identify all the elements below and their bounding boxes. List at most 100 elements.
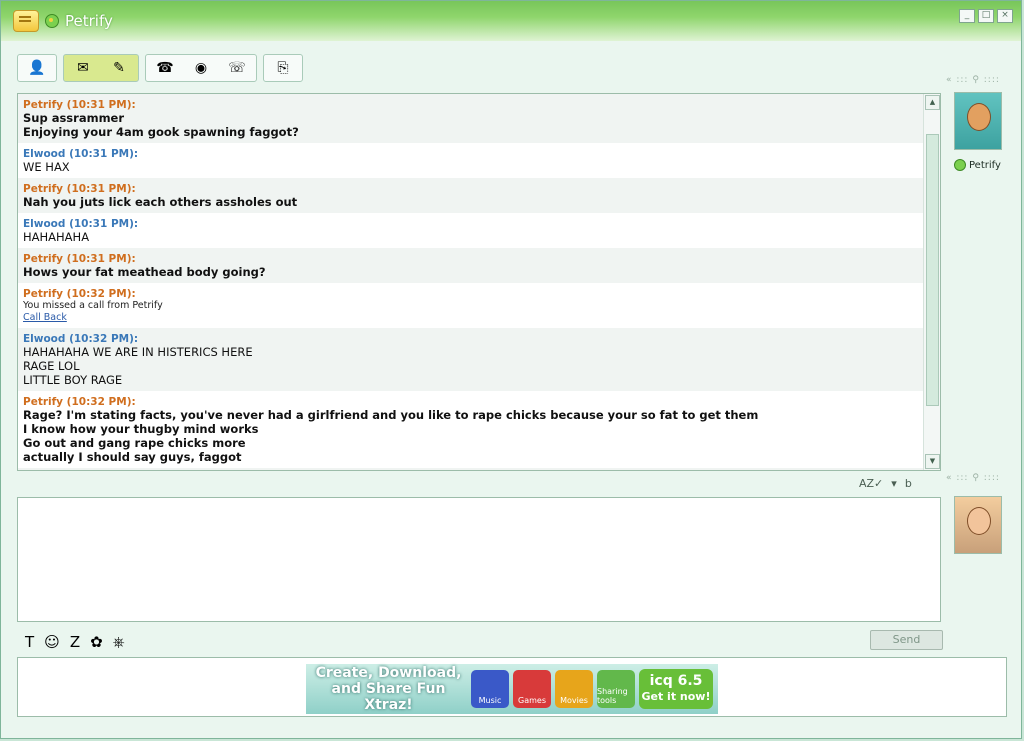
xtraz-banner[interactable]: Create, Download, and Share Fun Xtraz! M… bbox=[306, 664, 718, 714]
message-text: actually I should say guys, faggot bbox=[23, 450, 242, 464]
note-button[interactable]: ✎ bbox=[102, 57, 136, 79]
font-icon: T bbox=[25, 633, 35, 651]
spell-check-icon[interactable]: AZ✓ bbox=[859, 477, 883, 490]
local-avatar-face bbox=[967, 507, 991, 535]
ad-tile-sharing[interactable]: Sharing tools bbox=[597, 670, 635, 708]
remote-avatar-face bbox=[967, 103, 991, 131]
message-history[interactable]: Petrify (10:31 PM): Sup assrammer Enjoying… bbox=[17, 93, 941, 471]
smiley-icon: ☺ bbox=[44, 633, 60, 651]
ad-headline-line1: Create, Download, bbox=[315, 665, 462, 681]
chat-window: Petrify _ □ × 👤 ✉ ✎ ☎ ◉ ☏ ⎘ « ::: ⚲ ::::… bbox=[0, 0, 1022, 739]
title-bar[interactable]: Petrify _ □ × bbox=[1, 1, 1021, 41]
message-text: WE HAX bbox=[23, 160, 70, 174]
sharing-tile-label: Sharing tools bbox=[597, 687, 628, 705]
buzz-button[interactable]: ✿ bbox=[90, 633, 103, 651]
games-tile-label: Games bbox=[518, 696, 546, 705]
bee-icon: ✿ bbox=[90, 633, 103, 651]
gamepad-icon: ⎈ bbox=[112, 633, 125, 651]
sms-button[interactable]: ☏ bbox=[220, 57, 254, 79]
message-text: Enjoying your 4am gook spawning faggot? bbox=[23, 125, 299, 139]
zap-icon: Z bbox=[69, 633, 81, 651]
message-item: Elwood (10:31 PM): WE HAX bbox=[18, 143, 924, 178]
message-sender: Petrify (10:32 PM): bbox=[23, 396, 136, 408]
maximize-button[interactable]: □ bbox=[978, 9, 994, 23]
message-input[interactable] bbox=[18, 498, 940, 621]
flower-status-icon bbox=[45, 14, 59, 28]
add-contact-button[interactable]: 👤 bbox=[20, 57, 54, 79]
window-title: Petrify bbox=[65, 12, 113, 30]
music-tile-label: Music bbox=[478, 696, 502, 705]
history-scrollbar[interactable]: ▲ ▼ bbox=[923, 94, 940, 470]
message-list: Petrify (10:31 PM): Sup assrammer Enjoying… bbox=[18, 94, 924, 470]
window-controls: _ □ × bbox=[959, 9, 1013, 23]
remote-contact[interactable]: Petrify bbox=[954, 159, 1001, 171]
message-text: Rage? I'm stating facts, you've never ha… bbox=[23, 408, 759, 422]
phone-button[interactable]: ☎ bbox=[148, 57, 182, 79]
message-text: RAGE LOL bbox=[23, 359, 80, 373]
file-transfer-icon: ⎘ bbox=[277, 60, 289, 76]
icq-get-it-now[interactable]: icq 6.5 Get it now! bbox=[639, 669, 713, 709]
remote-avatar[interactable] bbox=[954, 92, 1002, 150]
close-button[interactable]: × bbox=[997, 9, 1013, 23]
emoticon-button[interactable]: ☺ bbox=[44, 633, 60, 651]
message-button[interactable]: ✉ bbox=[66, 57, 100, 79]
message-icon: ✉ bbox=[77, 60, 89, 76]
missed-call-note: You missed a call from Petrify bbox=[23, 300, 163, 311]
get-it-now-label: Get it now! bbox=[641, 690, 711, 703]
message-item: Petrify (10:32 PM): You missed a call fro… bbox=[18, 283, 924, 328]
message-sender: Elwood (10:32 PM): bbox=[23, 333, 139, 345]
message-item: Elwood (10:32 PM): HAHAHAHA WE ARE IN HIS… bbox=[18, 328, 924, 391]
message-item: Petrify (10:31 PM): Sup assrammer Enjoying… bbox=[18, 94, 924, 143]
zap-button[interactable]: Z bbox=[70, 633, 80, 651]
ad-tile-movies[interactable]: Movies bbox=[555, 670, 593, 708]
toolbar-group-contact: 👤 bbox=[17, 54, 57, 82]
message-item: Petrify (10:31 PM): Nah you juts lick eac… bbox=[18, 178, 924, 213]
spell-dropdown-icon[interactable]: ▾ bbox=[891, 477, 897, 490]
note-icon: ✎ bbox=[113, 60, 125, 76]
scroll-thumb[interactable] bbox=[926, 134, 939, 406]
bottom-toolbar: T ☺ Z ✿ ⎈ bbox=[25, 633, 125, 651]
toolbar-group-message: ✉ ✎ bbox=[63, 54, 139, 82]
message-sender: Petrify (10:32 PM): bbox=[23, 288, 136, 300]
add-contact-icon: 👤 bbox=[28, 60, 46, 76]
message-sender: Petrify (10:31 PM): bbox=[23, 99, 136, 111]
webcam-icon: ◉ bbox=[194, 60, 208, 76]
minimize-button[interactable]: _ bbox=[959, 9, 975, 23]
collapse-local-icon[interactable]: « ::: ⚲ :::: bbox=[946, 473, 1000, 483]
message-item: Elwood (10:31 PM): HAHAHAHA bbox=[18, 213, 924, 248]
collapse-remote-icon[interactable]: « ::: ⚲ :::: bbox=[946, 75, 1016, 85]
title-tab: Petrify bbox=[13, 7, 113, 35]
phone-icon: ☎ bbox=[156, 60, 174, 76]
message-sender: Petrify (10:31 PM): bbox=[23, 253, 136, 265]
message-text: LITTLE BOY RAGE bbox=[23, 373, 123, 387]
webcam-button[interactable]: ◉ bbox=[184, 57, 218, 79]
local-avatar[interactable] bbox=[954, 496, 1002, 554]
compose-box[interactable] bbox=[17, 497, 941, 622]
ad-headline: Create, Download, and Share Fun Xtraz! bbox=[306, 665, 471, 713]
message-sender: Elwood (10:31 PM): bbox=[23, 148, 139, 160]
message-item: Petrify (10:31 PM): Hows your fat meathea… bbox=[18, 248, 924, 283]
notes-icon bbox=[13, 10, 39, 32]
font-button[interactable]: T bbox=[25, 633, 34, 651]
message-text: I know how your thugby mind works bbox=[23, 422, 259, 436]
ad-headline-line2: and Share Fun Xtraz! bbox=[331, 681, 446, 713]
message-text: Go out and gang rape chicks more bbox=[23, 436, 246, 450]
ad-tile-games[interactable]: Games bbox=[513, 670, 551, 708]
bold-icon[interactable]: b bbox=[905, 477, 912, 490]
call-back-link[interactable]: Call Back bbox=[23, 312, 919, 324]
message-sender: Petrify (10:31 PM): bbox=[23, 183, 136, 195]
games-button[interactable]: ⎈ bbox=[113, 633, 125, 651]
message-sender: Elwood (10:31 PM): bbox=[23, 218, 139, 230]
scroll-down-button[interactable]: ▼ bbox=[925, 454, 940, 469]
icq-version: icq 6.5 bbox=[649, 673, 703, 689]
compose-tools: AZ✓ ▾ b bbox=[859, 477, 912, 490]
scroll-up-button[interactable]: ▲ bbox=[925, 95, 940, 110]
toolbar-group-call: ☎ ◉ ☏ bbox=[145, 54, 257, 82]
message-item: Petrify (10:33 PM): bbox=[18, 468, 924, 470]
send-button[interactable]: Send bbox=[870, 630, 943, 650]
message-text: Sup assrammer bbox=[23, 111, 125, 125]
file-transfer-button[interactable]: ⎘ bbox=[266, 57, 300, 79]
avatar-column: « ::: ⚲ :::: Petrify « ::: ⚲ :::: bbox=[946, 75, 1016, 595]
toolbar: 👤 ✉ ✎ ☎ ◉ ☏ ⎘ bbox=[17, 54, 309, 82]
ad-tile-music[interactable]: Music bbox=[471, 670, 509, 708]
